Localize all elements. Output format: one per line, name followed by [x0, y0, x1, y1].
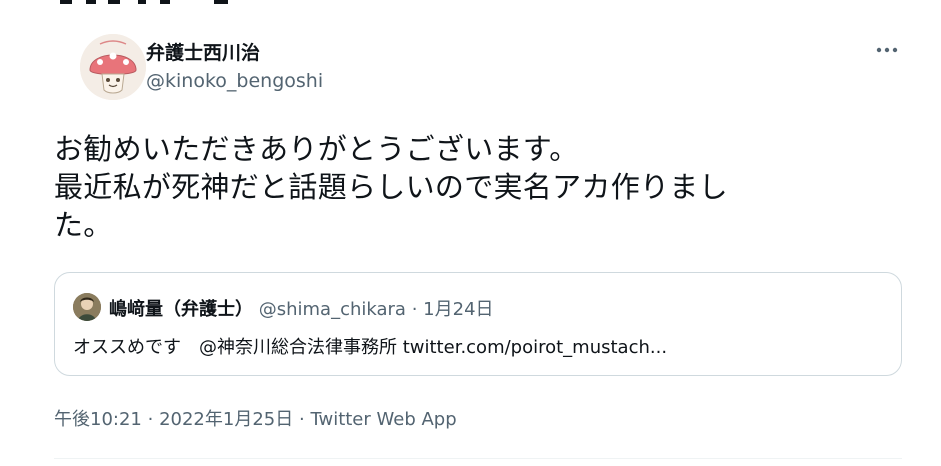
tweet-source-link[interactable]: Twitter Web App — [310, 409, 456, 430]
mushroom-avatar-icon[interactable] — [80, 34, 146, 100]
tweet-text-line: お勧めいただきありがとうございます。 — [54, 132, 579, 166]
divider — [54, 458, 902, 459]
meta-separator: · — [298, 409, 305, 430]
tweet-text-line: 最近私が死神だと話題らしいので実名アカ作りまし — [54, 170, 728, 204]
author-display-name[interactable]: 弁護士西川治 — [146, 38, 260, 65]
tweet-date-link[interactable]: 2022年1月25日 — [159, 409, 293, 430]
author-handle[interactable]: @kinoko_bengoshi — [146, 70, 323, 92]
tweet-text: お勧めいただきありがとうございます。 最近私が死神だと話題らしいので実名アカ作り… — [54, 130, 894, 244]
quoted-tweet-date: 1月24日 — [423, 299, 494, 320]
quoted-tweet-card[interactable]: 嶋﨑量（弁護士） @shima_chikara · 1月24日 オススめです @… — [54, 272, 902, 376]
tweet: 弁護士西川治 @kinoko_bengoshi お勧めいただきありがとうございま… — [0, 0, 941, 466]
quoted-tweet-header: 嶋﨑量（弁護士） @shima_chikara · 1月24日 — [109, 295, 494, 321]
meta-separator: · — [147, 409, 154, 430]
quoted-author-name: 嶋﨑量（弁護士） — [109, 299, 253, 320]
quoted-author-avatar — [73, 293, 101, 321]
quoted-tweet-text: オススめです @神奈川総合法律事務所 twitter.com/poirot_mu… — [73, 337, 668, 358]
tweet-meta: 午後10:21 · 2022年1月25日 · Twitter Web App — [54, 405, 457, 431]
quoted-separator: · — [411, 299, 418, 320]
quoted-author-handle: @shima_chikara — [258, 299, 406, 320]
tweet-time-link[interactable]: 午後10:21 — [54, 409, 142, 430]
tweet-text-line: た。 — [54, 208, 113, 242]
more-options-icon[interactable] — [866, 34, 906, 66]
